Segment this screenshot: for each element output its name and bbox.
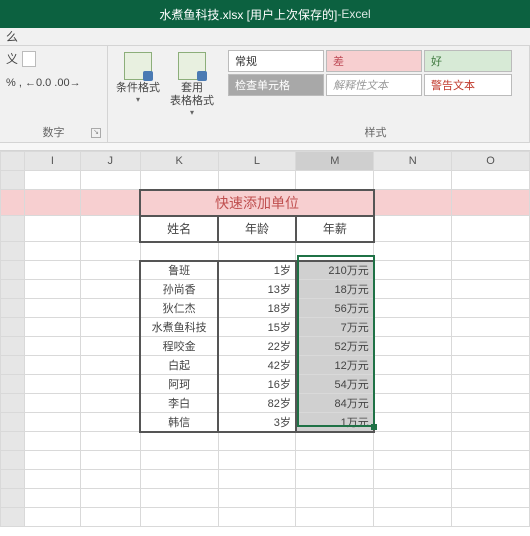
col-O[interactable]: O	[452, 152, 530, 171]
col-I[interactable]: I	[24, 152, 80, 171]
number-format-dropdown[interactable]	[22, 51, 36, 67]
number-buttons[interactable]: % , ←0.0 .00→	[6, 77, 81, 89]
fill-handle[interactable]	[371, 424, 377, 430]
file-name: 水煮鱼科技.xlsx [用户上次保存的]	[159, 6, 337, 23]
header-name[interactable]: 姓名	[140, 216, 218, 242]
number-format-custom[interactable]: 义	[6, 50, 18, 67]
style-bad[interactable]: 差	[326, 50, 422, 72]
worksheet[interactable]: I J K L M N O 快速添加单位 姓名 年龄 年薪 鲁班 1岁 210万…	[0, 151, 530, 527]
ribbon-tabstrip[interactable]: 么	[0, 28, 530, 46]
cell-salary[interactable]: 210万元	[296, 261, 374, 280]
column-headers[interactable]: I J K L M N O	[1, 152, 530, 171]
format-as-table-icon	[178, 52, 206, 80]
style-good[interactable]: 好	[424, 50, 512, 72]
app-name: Excel	[341, 7, 370, 21]
group-number: 义 % , ←0.0 .00→ 数字 ↘	[0, 46, 108, 142]
row-header[interactable]	[1, 242, 25, 261]
spreadsheet-grid[interactable]: I J K L M N O 快速添加单位 姓名 年龄 年薪 鲁班 1岁 210万…	[0, 151, 530, 527]
conditional-format-button[interactable]: 条件格式 ▾	[114, 50, 162, 104]
col-N[interactable]: N	[374, 152, 452, 171]
col-K[interactable]: K	[140, 152, 218, 171]
dialog-launcher-icon[interactable]: ↘	[91, 128, 101, 138]
col-L[interactable]: L	[218, 152, 296, 171]
select-all[interactable]	[1, 152, 25, 171]
row-header[interactable]	[1, 171, 25, 190]
row-header[interactable]	[1, 190, 25, 216]
cell-age[interactable]: 1岁	[218, 261, 296, 280]
conditional-format-icon	[124, 52, 152, 80]
style-normal[interactable]: 常规	[228, 50, 324, 72]
formula-bar-edge	[0, 143, 530, 151]
chevron-down-icon: ▾	[136, 95, 140, 104]
group-label-styles: 样式	[228, 122, 523, 140]
group-label-number: 数字 ↘	[6, 122, 101, 140]
col-M[interactable]: M	[296, 152, 374, 171]
ribbon: 么 义 % , ←0.0 .00→ 数字 ↘ 条件格式 ▾	[0, 28, 530, 143]
cell-styles-gallery[interactable]: 常规 差 好 检查单元格 解释性文本 警告文本	[228, 50, 512, 96]
style-check-cell[interactable]: 检查单元格	[228, 74, 324, 96]
style-warning[interactable]: 警告文本	[424, 74, 512, 96]
chevron-down-icon: ▾	[190, 108, 194, 117]
header-age[interactable]: 年龄	[218, 216, 296, 242]
row-header[interactable]	[1, 216, 25, 242]
tab-fragment: 么	[6, 28, 18, 45]
format-as-table-button[interactable]: 套用表格格式 ▾	[168, 50, 216, 117]
title-bar: 水煮鱼科技.xlsx [用户上次保存的] - Excel	[0, 0, 530, 28]
style-explanatory[interactable]: 解释性文本	[326, 74, 422, 96]
cell-name[interactable]: 鲁班	[140, 261, 218, 280]
table-title[interactable]: 快速添加单位	[140, 190, 374, 216]
col-J[interactable]: J	[80, 152, 140, 171]
group-styles: 常规 差 好 检查单元格 解释性文本 警告文本 样式	[222, 46, 530, 142]
header-salary[interactable]: 年薪	[296, 216, 374, 242]
group-cond-format: 条件格式 ▾ 套用表格格式 ▾ .	[108, 46, 222, 142]
